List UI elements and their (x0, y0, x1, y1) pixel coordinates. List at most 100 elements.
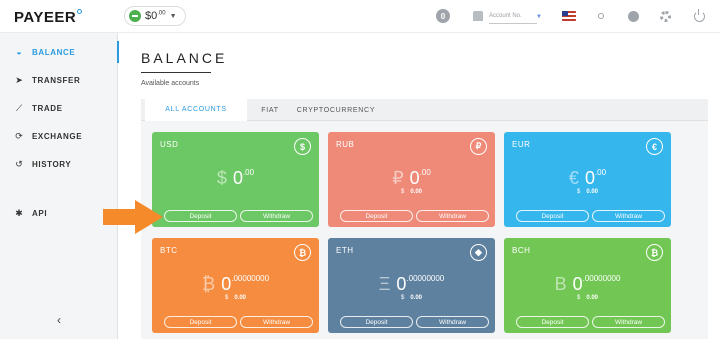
currency-symbol: B (554, 274, 567, 294)
payeer-logo[interactable]: PAYEER (14, 9, 83, 26)
caret-down-icon: ▼ (169, 12, 177, 20)
us-flag-icon[interactable] (562, 11, 576, 21)
amount-integer: 0 (409, 168, 420, 188)
user-icon (473, 11, 483, 21)
logo-text: PAYEER (14, 9, 77, 26)
sidebar-item-label: TRANSFER (32, 75, 81, 85)
tab-fiat[interactable]: FIAT (251, 99, 289, 121)
usd-equivalent: $0.00 (328, 189, 495, 195)
btc-badge-icon: ₿ (294, 244, 311, 261)
balance-amount: $0.00 (145, 10, 166, 22)
account-selector[interactable]: Account No. ▼ (473, 8, 543, 24)
sun-icon[interactable] (594, 9, 608, 23)
currency-card-eur: EUR € €0.00 $0.00 Deposit Withdraw (504, 132, 671, 227)
usd-value: 0.00 (410, 189, 423, 195)
currency-code: RUB (336, 140, 355, 149)
withdraw-button[interactable]: Withdraw (592, 316, 665, 328)
withdraw-button[interactable]: Withdraw (240, 316, 313, 328)
amount-integer: 0 (221, 274, 232, 294)
payeer-app: PAYEER $0.00 ▼ 0 Account No. ▼ ◒ BALANCE… (0, 0, 720, 339)
amount-integer: 0 (584, 168, 595, 188)
currency-code: ETH (336, 246, 354, 255)
tab-all-accounts[interactable]: ALL ACCOUNTS (145, 99, 247, 121)
power-icon[interactable] (692, 8, 706, 23)
deposit-button[interactable]: Deposit (340, 316, 413, 328)
eur-badge-icon: € (646, 138, 663, 155)
currency-card-rub: RUB ₽ ₽0.00 $0.00 Deposit Withdraw (328, 132, 495, 227)
currency-code: BTC (160, 246, 178, 255)
collapse-sidebar-button[interactable]: ‹ (50, 311, 68, 329)
usd-equivalent: $0.00 (152, 295, 319, 301)
deposit-button[interactable]: Deposit (164, 210, 237, 222)
gears-icon: ✱ (15, 207, 23, 218)
currency-code: USD (160, 140, 179, 149)
usd-equivalent: $0.00 (504, 189, 671, 195)
currency-symbol: ₽ (392, 168, 404, 188)
usd-equivalent (152, 189, 319, 195)
deposit-button[interactable]: Deposit (164, 316, 237, 328)
withdraw-button[interactable]: Withdraw (240, 210, 313, 222)
amount-fraction: .00 (594, 168, 607, 177)
paper-plane-icon: ➤ (15, 74, 23, 85)
currency-code: BCH (512, 246, 531, 255)
currency-amount: B 0.00000000 (504, 274, 671, 294)
withdraw-button[interactable]: Withdraw (416, 316, 489, 328)
currency-card-btc: BTC ₿ ₿ 0.00000000 $0.00 Deposit Withdraw (152, 238, 319, 333)
sidebar-item-trade[interactable]: ⟋ TRADE (0, 97, 118, 119)
history-icon: ↺ (15, 158, 23, 169)
currency-amount: €0.00 (504, 168, 671, 188)
sidebar-item-label: EXCHANGE (32, 131, 83, 141)
balance-dropdown[interactable]: $0.00 ▼ (124, 6, 186, 26)
amount-integer: 0 (396, 274, 407, 294)
logo-dot (77, 9, 83, 14)
usd-symbol: $ (400, 295, 405, 301)
currency-symbol: Ξ (378, 274, 391, 294)
withdraw-button[interactable]: Withdraw (416, 210, 489, 222)
tab-cryptocurrency[interactable]: CRYPTOCURRENCY (293, 99, 379, 121)
sidebar-item-balance[interactable]: ◒ BALANCE (0, 41, 119, 63)
withdraw-button[interactable]: Withdraw (592, 210, 665, 222)
usd-value: 0.00 (586, 189, 599, 195)
amount-fraction: .00 (419, 168, 431, 177)
account-underline (489, 23, 537, 24)
deposit-button[interactable]: Deposit (340, 210, 413, 222)
currency-symbol: $ (216, 168, 227, 188)
sidebar-item-transfer[interactable]: ➤ TRANSFER (0, 69, 118, 91)
sidebar-item-api[interactable]: ✱ API (0, 202, 118, 224)
amount-integer: 0 (572, 274, 583, 294)
currency-amount: ₿ 0.00000000 (152, 274, 319, 294)
currency-amount: $0.00 (152, 168, 319, 188)
sidebar-item-label: TRADE (32, 103, 63, 113)
usd-value: 0.00 (410, 295, 423, 301)
account-tabs: ALL ACCOUNTS FIAT CRYPTOCURRENCY (141, 99, 708, 121)
usd-badge-icon: $ (294, 138, 311, 155)
currency-amount: Ξ 0.00000000 (328, 274, 495, 294)
currency-symbol: € (568, 168, 579, 188)
deposit-button[interactable]: Deposit (516, 210, 589, 222)
usd-equivalent: $0.00 (328, 295, 495, 301)
sidebar-item-label: HISTORY (32, 159, 72, 169)
currency-amount: ₽0.00 (328, 168, 495, 188)
notifications-badge[interactable]: 0 (436, 9, 450, 23)
wallet-status-icon (129, 10, 141, 22)
gear-icon[interactable] (658, 9, 672, 23)
sidebar-item-history[interactable]: ↺ HISTORY (0, 153, 118, 175)
eth-badge-icon: ◆ (470, 244, 487, 261)
currency-symbol: ₿ (201, 274, 216, 294)
title-underline (141, 72, 211, 73)
rub-badge-icon: ₽ (470, 138, 487, 155)
currency-card-usd: USD $ $0.00 Deposit Withdraw (152, 132, 319, 227)
globe-icon[interactable] (626, 9, 640, 23)
usd-value: 0.00 (586, 295, 599, 301)
line-chart-icon: ⟋ (15, 102, 23, 113)
bch-badge-icon: ₿ (646, 244, 663, 261)
currency-code: EUR (512, 140, 531, 149)
sidebar-item-label: BALANCE (32, 47, 76, 57)
deposit-button[interactable]: Deposit (516, 316, 589, 328)
usd-symbol: $ (400, 189, 405, 195)
sidebar-item-exchange[interactable]: ⟳ EXCHANGE (0, 125, 118, 147)
currency-card-bch: BCH ₿ B 0.00000000 $0.00 Deposit Withdraw (504, 238, 671, 333)
sidebar-item-label: API (32, 208, 48, 218)
top-bar: PAYEER $0.00 ▼ 0 Account No. ▼ (0, 0, 720, 33)
amount-integer: 0 (232, 168, 243, 188)
